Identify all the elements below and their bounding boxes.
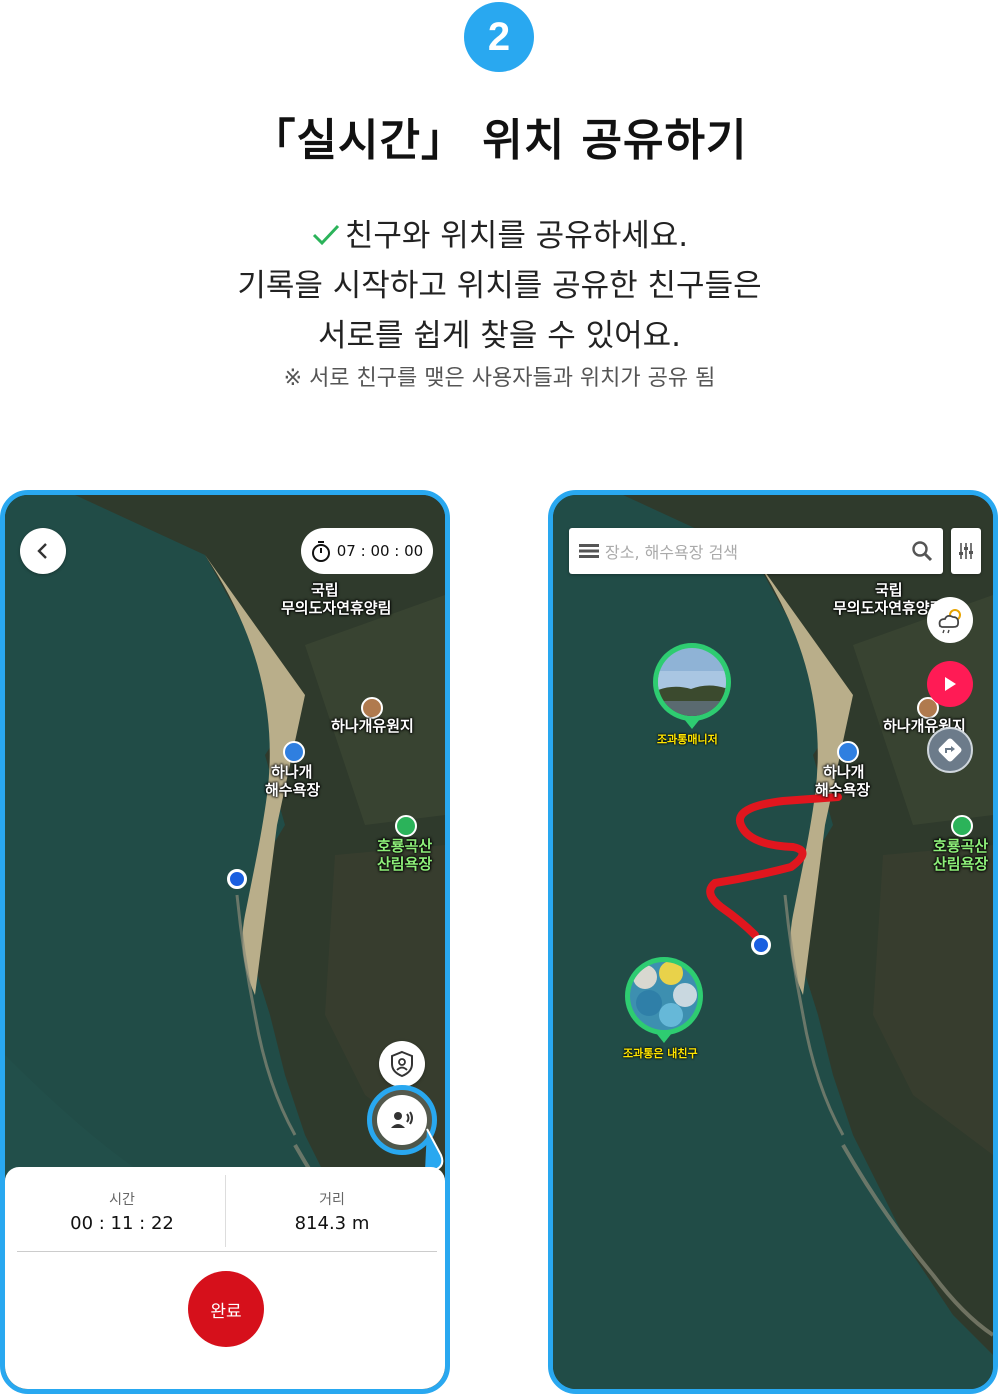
weather-button[interactable] [927, 597, 973, 643]
map-label-park-1: 국립 [875, 581, 903, 599]
map-label-beach-1: 하나개 [823, 763, 865, 781]
description-line-1: 친구와 위치를 공유하세요. [0, 210, 999, 255]
my-location-dot [751, 935, 771, 955]
footnote: ※ 서로 친구를 맺은 사용자들과 위치가 공유 됨 [283, 366, 716, 391]
map-label-forest-2: 산림욕장 [933, 855, 989, 873]
friend-photo-pin [625, 957, 703, 1043]
play-button[interactable] [927, 661, 973, 707]
step-number-badge: 2 [464, 2, 534, 72]
timer-pill[interactable]: 07 : 00 : 00 [301, 528, 433, 574]
map-label-park-1: 국립 [311, 581, 339, 599]
page-title: 「실시간」 위치 공유하기 [251, 115, 748, 166]
friend-name-1: 조과통매니저 [657, 733, 718, 746]
forest-poi-icon [395, 815, 417, 837]
description-line-3: 서로를 쉽게 찾을 수 있어요. [318, 318, 681, 354]
record-stats-panel: 시간 00 : 11 : 22 거리 814.3 m 완료 [5, 1167, 445, 1389]
friend-name-2: 조과통은 내친구 [623, 1047, 698, 1060]
beach-poi-icon [283, 741, 305, 763]
stat-distance-label: 거리 [319, 1192, 345, 1208]
resort-poi-icon [361, 697, 383, 719]
user-broadcast-icon [391, 1111, 413, 1128]
stat-time-value: 00 : 11 : 22 [70, 1213, 174, 1234]
map-label-resort: 하나개유원지 [331, 717, 414, 735]
map-label-beach-2: 해수욕장 [815, 781, 871, 799]
check-icon [312, 224, 339, 246]
beach-poi-icon [837, 741, 859, 763]
sliders-icon [959, 543, 973, 559]
location-share-button[interactable] [377, 1095, 427, 1145]
friend-photo-pin [653, 643, 731, 729]
map-label-forest-1: 호룡곡산 [933, 837, 989, 855]
timer-text: 07 : 00 : 00 [336, 542, 424, 560]
friends-map-screen: 국립 무의도자연휴양림 하나개유원지 하나개 해수욕장 호룡곡산 산림욕장 장소… [548, 490, 998, 1394]
shield-user-icon [391, 1050, 413, 1078]
description-line-2: 기록을 시작하고 위치를 공유한 친구들은 [237, 268, 762, 304]
forest-poi-icon [951, 815, 973, 837]
weather-cloud-sun-icon [938, 609, 961, 634]
map-label-park-2: 무의도자연휴양림 [281, 599, 392, 617]
map-label-beach-1: 하나개 [271, 763, 313, 781]
map-label-forest-2: 산림욕장 [377, 855, 433, 873]
filter-button[interactable] [951, 528, 981, 574]
search-icon[interactable] [911, 540, 933, 562]
friend-marker-2[interactable] [623, 955, 705, 1045]
stat-distance-value: 814.3 m [294, 1213, 370, 1234]
back-button[interactable] [20, 528, 66, 574]
stat-divider [225, 1175, 226, 1247]
stat-time-label: 시간 [109, 1192, 135, 1208]
search-bar[interactable]: 장소, 해수욕장 검색 [569, 528, 943, 574]
route-arrow-icon [938, 738, 962, 762]
chevron-left-icon [37, 543, 47, 559]
friend-marker-1[interactable] [651, 641, 733, 731]
satellite-map[interactable] [553, 495, 993, 1389]
my-location-dot [227, 869, 247, 889]
map-label-beach-2: 해수욕장 [265, 781, 321, 799]
stopwatch-icon [311, 541, 330, 562]
play-icon [945, 677, 956, 691]
description-text-1: 친구와 위치를 공유하세요. [344, 218, 689, 254]
route-button[interactable] [927, 727, 973, 773]
menu-icon[interactable] [579, 544, 599, 558]
map-label-forest-1: 호룡곡산 [377, 837, 433, 855]
recording-screen: 국립 무의도자연휴양림 하나개유원지 하나개 해수욕장 호룡곡산 산림욕장 07… [0, 490, 450, 1394]
search-input[interactable]: 장소, 해수욕장 검색 [605, 539, 911, 563]
safety-button[interactable] [379, 1041, 425, 1087]
panel-divider [17, 1251, 437, 1252]
done-button[interactable]: 완료 [188, 1271, 264, 1347]
